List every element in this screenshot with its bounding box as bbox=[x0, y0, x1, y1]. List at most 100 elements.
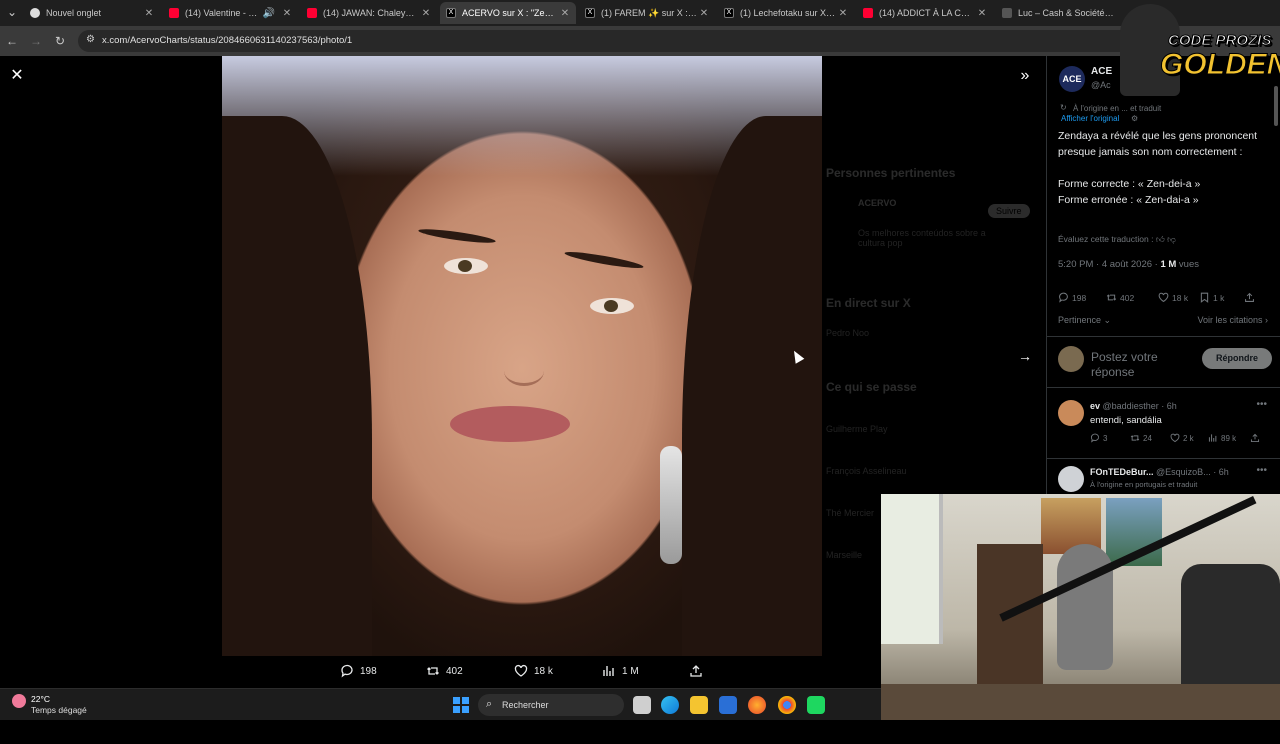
tab-acervo-x[interactable]: X ACERVO sur X : "Zendaya ✕ bbox=[440, 2, 576, 24]
divider bbox=[1047, 336, 1280, 337]
views-count: 1 M bbox=[622, 665, 639, 677]
tab-label: Nouvel onglet bbox=[46, 8, 102, 18]
tweet-photo[interactable] bbox=[222, 56, 822, 656]
avatar[interactable] bbox=[1058, 400, 1084, 426]
tweet-stats: 198 402 18 k 1 k bbox=[1058, 292, 1270, 306]
url-field[interactable]: ⚙ x.com/AcervoCharts/status/208466063114… bbox=[78, 30, 1138, 52]
chrome-icon[interactable] bbox=[778, 696, 796, 714]
tab-search-icon[interactable]: ⌄ bbox=[4, 4, 20, 20]
file-explorer-icon[interactable] bbox=[690, 696, 708, 714]
tab-new-tab[interactable]: Nouvel onglet ✕ bbox=[24, 2, 160, 24]
reply-action[interactable]: 198 bbox=[340, 664, 377, 678]
share-stat[interactable] bbox=[1244, 292, 1255, 303]
youtube-icon bbox=[307, 8, 317, 18]
repost-stat[interactable]: 402 bbox=[1106, 292, 1134, 303]
reply-input[interactable]: Postez votre réponse bbox=[1091, 350, 1183, 378]
close-icon[interactable]: ✕ bbox=[558, 8, 572, 19]
reply-count: 3 bbox=[1103, 433, 1108, 443]
tab-label: Luc – Cash & Société can bbox=[1018, 8, 1116, 18]
show-original-link[interactable]: Afficher l'original bbox=[1061, 114, 1119, 123]
rate-translation-label: Évaluez cette traduction : bbox=[1058, 234, 1154, 244]
reply-stat[interactable]: 198 bbox=[1058, 292, 1086, 303]
like-stat[interactable]: 2 k bbox=[1170, 433, 1194, 443]
page-icon bbox=[1002, 8, 1012, 18]
tab-youtube-valentine[interactable]: (14) Valentine - YouTube 🔊 ✕ bbox=[163, 2, 298, 24]
share-stat[interactable] bbox=[1250, 433, 1260, 443]
settings-icon[interactable]: ⚙ bbox=[1131, 114, 1138, 123]
task-view-icon[interactable] bbox=[633, 696, 651, 714]
close-icon[interactable]: ✕ bbox=[975, 8, 989, 19]
sort-dropdown[interactable]: Pertinence ⌄ bbox=[1058, 315, 1111, 326]
thumbs-down-icon[interactable]: 👎︎ bbox=[1167, 234, 1176, 244]
url-text: x.com/AcervoCharts/status/20846606311402… bbox=[102, 35, 353, 46]
weather-description[interactable]: Temps dégagé bbox=[31, 705, 87, 715]
store-icon[interactable] bbox=[719, 696, 737, 714]
avatar[interactable] bbox=[1058, 466, 1084, 492]
forward-icon[interactable]: → bbox=[28, 33, 44, 49]
like-action[interactable]: 18 k bbox=[514, 664, 553, 678]
more-icon[interactable]: ••• bbox=[1256, 399, 1267, 410]
tab-label: ACERVO sur X : "Zendaya bbox=[462, 8, 558, 18]
repost-count: 402 bbox=[446, 665, 463, 677]
like-stat[interactable]: 18 k bbox=[1158, 292, 1188, 303]
bookmark-count: 1 k bbox=[1213, 292, 1225, 303]
close-icon[interactable]: ✕ bbox=[280, 8, 294, 19]
expand-sidebar-icon[interactable]: » bbox=[1014, 65, 1036, 87]
tweet-time[interactable]: 5:20 PM · 4 août 2026 · bbox=[1058, 259, 1160, 270]
reply-item[interactable]: ev @baddiesther · 6h ••• entendi, sandál… bbox=[1047, 399, 1280, 450]
tab-farem-x[interactable]: X (1) FAREM ✨ sur X : "Ajo ✕ bbox=[579, 2, 715, 24]
x-icon: X bbox=[724, 8, 734, 18]
close-icon[interactable]: ✕ bbox=[836, 8, 850, 19]
reply-stat[interactable]: 3 bbox=[1090, 433, 1107, 443]
views-icon bbox=[1208, 434, 1217, 442]
more-icon[interactable]: ••• bbox=[1256, 465, 1267, 476]
repost-stat[interactable]: 24 bbox=[1130, 433, 1152, 443]
author-handle[interactable]: @Ac bbox=[1091, 80, 1111, 90]
next-photo-button[interactable]: → bbox=[1014, 345, 1036, 367]
app-icon[interactable] bbox=[807, 696, 825, 714]
windows-start-icon[interactable] bbox=[453, 697, 469, 713]
share-action[interactable] bbox=[689, 664, 703, 678]
firefox-icon[interactable] bbox=[748, 696, 766, 714]
heart-icon bbox=[514, 664, 528, 677]
edge-icon[interactable] bbox=[661, 696, 679, 714]
tab-lechefotaku-x[interactable]: X (1) Lechefotaku sur X : "G ✕ bbox=[718, 2, 854, 24]
thumbs-up-icon[interactable]: 👍︎ bbox=[1156, 234, 1165, 244]
bookmark-stat[interactable]: 1 k bbox=[1199, 292, 1224, 303]
reply-author-name[interactable]: ev bbox=[1090, 401, 1100, 411]
author-avatar[interactable]: ACE bbox=[1059, 66, 1085, 92]
reply-icon bbox=[341, 664, 353, 678]
bookmark-icon bbox=[1200, 292, 1209, 303]
live-heading: En direct sur X bbox=[826, 296, 911, 310]
reply-item[interactable]: FOnTEDeBur... @EsquizoB... · 6h ••• À l'… bbox=[1047, 465, 1280, 496]
views-stat[interactable]: 89 k bbox=[1208, 433, 1236, 443]
chrome-icon bbox=[30, 8, 40, 18]
site-settings-icon[interactable]: ⚙ bbox=[86, 34, 95, 45]
view-quotes-link[interactable]: Voir les citations › bbox=[1197, 315, 1268, 325]
close-icon[interactable]: ✕ bbox=[142, 8, 156, 19]
close-viewer-button[interactable]: ✕ bbox=[6, 65, 28, 87]
trend-item: Marseille bbox=[826, 550, 863, 560]
close-icon[interactable]: ✕ bbox=[419, 8, 433, 19]
tab-luc-cash[interactable]: Luc – Cash & Société can bbox=[996, 2, 1116, 24]
tab-youtube-jawan[interactable]: (14) JAWAN: Chaleya (Hindi) ✕ bbox=[301, 2, 437, 24]
taskbar-search[interactable]: ⌕ Rechercher bbox=[478, 694, 624, 716]
reply-author-name[interactable]: FOnTEDeBur... bbox=[1090, 467, 1154, 477]
repost-icon bbox=[1106, 294, 1117, 301]
weather-icon[interactable] bbox=[12, 694, 26, 708]
author-name[interactable]: ACE bbox=[1091, 66, 1112, 77]
divider bbox=[1047, 387, 1280, 388]
reply-button[interactable]: Répondre bbox=[1202, 348, 1272, 369]
reply-author-handle: @baddiesther · 6h bbox=[1102, 401, 1177, 411]
weather-temperature[interactable]: 22°C bbox=[31, 694, 50, 704]
tab-youtube-addict[interactable]: (14) ADDICT À LA COCA ✕ bbox=[857, 2, 993, 24]
search-label: Rechercher bbox=[502, 700, 549, 710]
speaker-icon[interactable]: 🔊 bbox=[262, 8, 276, 19]
back-icon[interactable]: ← bbox=[4, 33, 20, 49]
repost-action[interactable]: 402 bbox=[426, 664, 463, 678]
reply-count: 198 bbox=[360, 665, 377, 677]
close-icon[interactable]: ✕ bbox=[697, 8, 711, 19]
reload-icon[interactable]: ↻ bbox=[52, 33, 68, 49]
follow-button: Suivre bbox=[988, 204, 1030, 218]
views-action[interactable]: 1 M bbox=[602, 664, 639, 678]
